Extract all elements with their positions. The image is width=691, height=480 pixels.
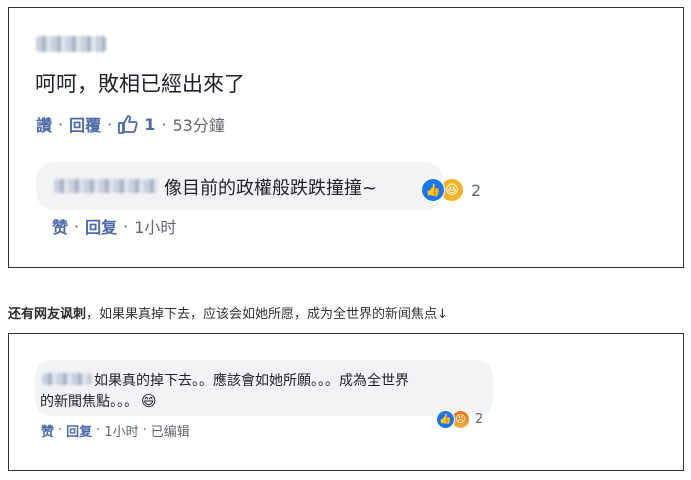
reply-link[interactable]: 回复	[85, 214, 117, 238]
paragraph-text: ，如果果真掉下去，应该会如她所愿，成为全世界的新闻焦点↓	[86, 307, 448, 322]
reply-actions: 赞 · 回复 · 1小时	[52, 214, 176, 238]
comment-screenshot-1: 呵呵，敗相已經出來了 讚 · 回覆 · 1 · 53分鐘 像目前的政權般跌跌撞撞…	[8, 7, 684, 268]
commenter-name-blurred	[42, 373, 92, 385]
comment-reactions[interactable]: 👍 😠 2	[436, 410, 483, 429]
like-link[interactable]: 赞	[52, 214, 68, 238]
reply-link[interactable]: 回覆	[69, 112, 101, 136]
like-reaction-icon: 👍	[436, 410, 455, 429]
comment-text: 呵呵，敗相已經出來了	[35, 72, 245, 96]
highlight-text: 还有网友讽刺	[8, 307, 87, 322]
like-reaction-icon: 👍	[421, 178, 445, 202]
reply-bubble: 像目前的政權般跌跌撞撞~	[36, 162, 443, 210]
timestamp: 1小时	[104, 425, 139, 440]
reaction-count: 2	[475, 412, 484, 427]
edited-label: 已编辑	[150, 425, 190, 440]
reply-link[interactable]: 回复	[66, 421, 92, 440]
reply-text: 像目前的政權般跌跌撞撞~	[164, 178, 378, 199]
reaction-count: 2	[471, 180, 482, 200]
thumbs-up-icon[interactable]	[118, 114, 138, 134]
like-count: 1	[144, 114, 156, 134]
comment-text-line1: 如果真的掉下去。。應該會如她所願。。。成為全世界	[94, 373, 409, 389]
like-link[interactable]: 赞	[41, 421, 54, 440]
smile-emoji-icon: 😄	[141, 392, 157, 410]
timestamp: 53分鐘	[172, 116, 225, 135]
comment-text-line2: 的新聞焦點。。。	[40, 394, 138, 410]
read-link[interactable]: 讚	[36, 112, 52, 136]
commenter-name-blurred	[36, 36, 106, 52]
timestamp: 1小时	[134, 218, 177, 237]
comment-screenshot-2: 如果真的掉下去。。應該會如她所願。。。成為全世界 的新聞焦點。。。 😄 👍 😠 …	[8, 333, 684, 471]
comment-actions: 讚 · 回覆 · 1 · 53分鐘	[36, 112, 225, 136]
reply-reactions[interactable]: 👍 😆 2	[421, 178, 481, 202]
article-paragraph: 还有网友讽刺，如果果真掉下去，应该会如她所愿，成为全世界的新闻焦点↓	[8, 303, 448, 322]
comment-text-line2-row: 的新聞焦點。。。 😄	[40, 391, 157, 411]
comment-actions: 赞 · 回复 · 1小时 · 已编辑	[41, 421, 190, 440]
replier-name-blurred	[54, 179, 158, 193]
